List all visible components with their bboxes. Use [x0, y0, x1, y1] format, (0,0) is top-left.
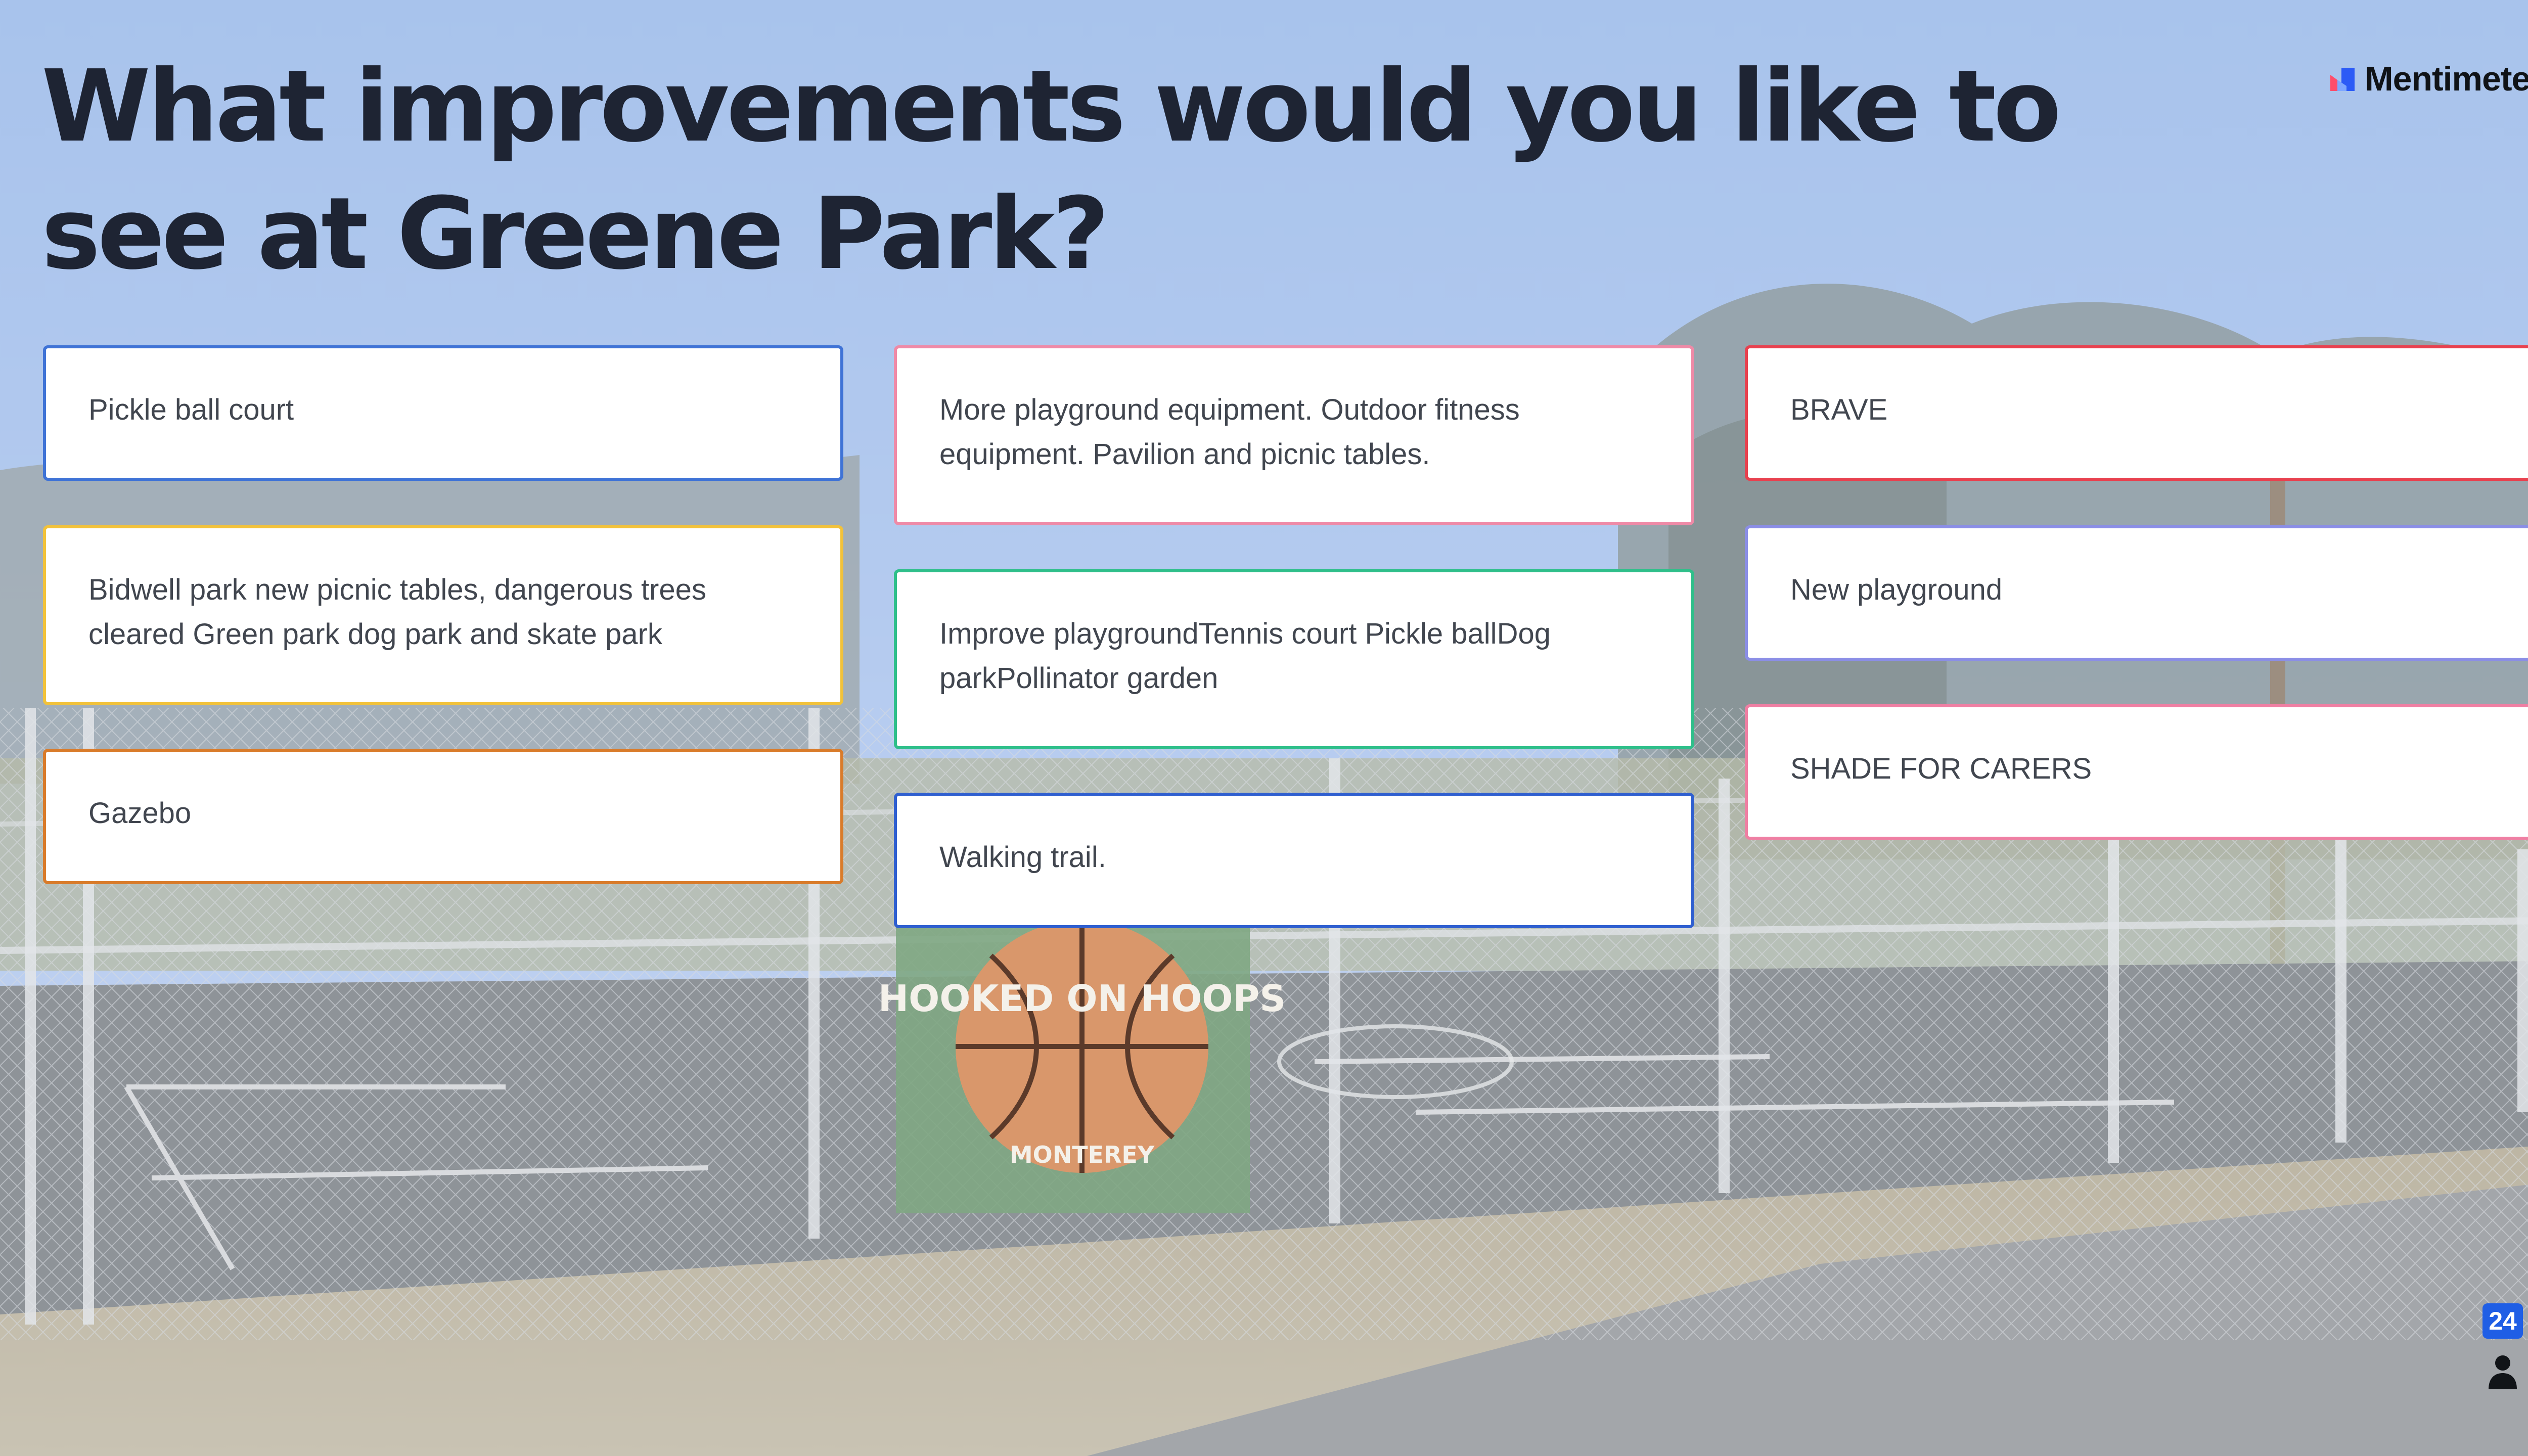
response-card: BRAVE	[1745, 345, 2528, 481]
response-card: Pickle ball court	[43, 345, 843, 481]
response-card: Improve playgroundTennis court Pickle ba…	[894, 569, 1694, 749]
participant-count-badge: 24	[2482, 1303, 2523, 1339]
response-text: SHADE FOR CARERS	[1790, 752, 2092, 785]
response-text: Gazebo	[88, 797, 192, 830]
response-text: More playground equipment. Outdoor fitne…	[939, 393, 1520, 471]
response-card: SHADE FOR CARERS	[1745, 704, 2528, 840]
response-card: Gazebo	[43, 749, 843, 884]
mentimeter-logo-icon	[2330, 68, 2355, 91]
response-card: Bidwell park new picnic tables, dangerou…	[43, 525, 843, 705]
response-card: New playground	[1745, 525, 2528, 661]
sign-text: HOOKED ON HOOPS	[878, 977, 1286, 1020]
question-title: What improvements would you like to see …	[41, 49, 2061, 292]
hooked-on-hoops-sign: HOOKED ON HOOPS MONTEREY	[878, 920, 1286, 1213]
response-text: BRAVE	[1790, 393, 1888, 426]
response-text: Pickle ball court	[88, 393, 294, 426]
person-icon	[2489, 1355, 2517, 1389]
response-text: Walking trail.	[939, 841, 1106, 874]
response-text: Improve playgroundTennis court Pickle ba…	[939, 617, 1551, 695]
response-text: New playground	[1790, 573, 2003, 606]
mentimeter-logo: Mentimeter	[2328, 60, 2528, 98]
sign-subtext: MONTEREY	[1010, 1141, 1155, 1168]
response-card: More playground equipment. Outdoor fitne…	[894, 345, 1694, 525]
brand-name: Mentimeter	[2365, 60, 2528, 98]
response-card: Walking trail.	[894, 793, 1694, 928]
response-text: Bidwell park new picnic tables, dangerou…	[88, 573, 706, 651]
